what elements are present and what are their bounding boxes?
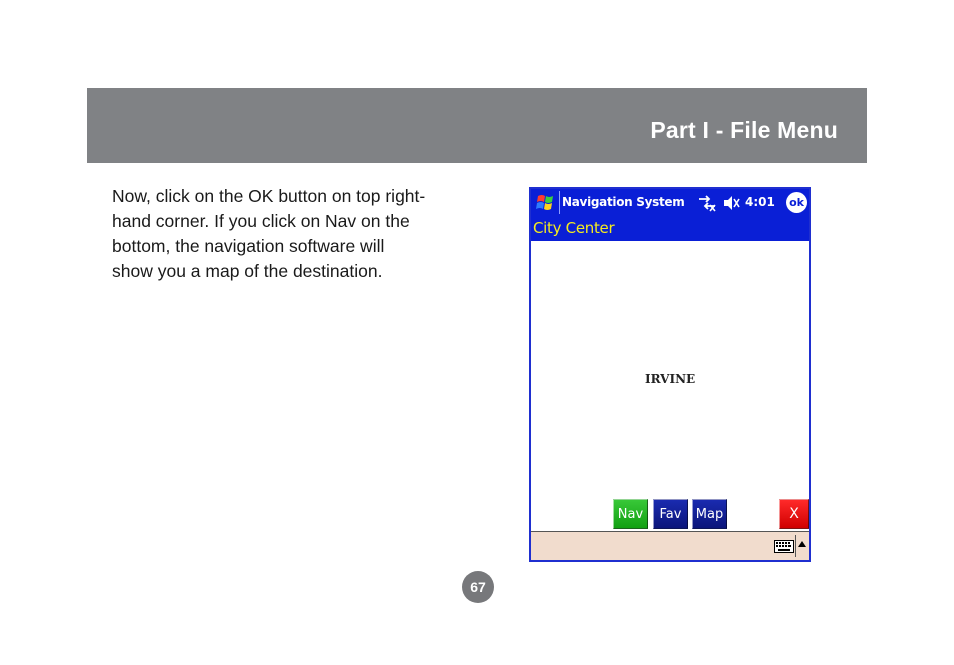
ok-button[interactable]: ok — [786, 192, 807, 213]
connectivity-icon[interactable] — [697, 194, 717, 212]
screen-title: City Center — [533, 219, 615, 237]
map-button[interactable]: Map — [692, 499, 727, 529]
keyboard-icon[interactable] — [774, 540, 794, 553]
pda-taskbar: Navigation System 4:01 ok — [531, 189, 809, 216]
instruction-paragraph: Now, click on the OK button on top right… — [112, 184, 484, 284]
paragraph-line: Now, click on the OK button on top right… — [112, 186, 426, 206]
map-view[interactable]: IRVINE Nav Fav Map X — [531, 241, 809, 531]
windows-flag-icon[interactable] — [534, 192, 558, 214]
taskbar-title: Navigation System — [562, 195, 685, 209]
taskbar-clock[interactable]: 4:01 — [745, 195, 775, 209]
fav-button[interactable]: Fav — [653, 499, 688, 529]
taskbar-divider — [559, 191, 560, 214]
page-number: 67 — [462, 571, 494, 603]
input-panel-bar — [531, 531, 809, 560]
pda-screenshot: Navigation System 4:01 ok City Center IR… — [529, 187, 811, 562]
city-label: IRVINE — [645, 372, 696, 386]
close-button[interactable]: X — [779, 499, 809, 529]
paragraph-line: bottom, the navigation software will — [112, 236, 385, 256]
header-bar: Part I - File Menu — [87, 88, 867, 163]
up-arrow-icon[interactable] — [798, 541, 806, 547]
nav-button[interactable]: Nav — [613, 499, 648, 529]
page-title: Part I - File Menu — [650, 117, 838, 143]
sip-divider — [795, 535, 796, 557]
paragraph-line: show you a map of the destination. — [112, 261, 383, 281]
title-strip: City Center — [531, 216, 809, 241]
paragraph-line: hand corner. If you click on Nav on the — [112, 211, 410, 231]
speaker-muted-icon[interactable] — [722, 195, 742, 211]
